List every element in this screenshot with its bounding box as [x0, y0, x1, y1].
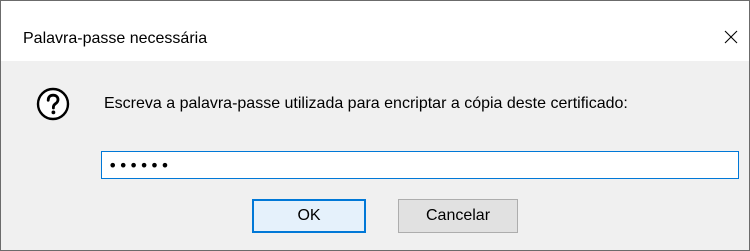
window-title: Palavra-passe necessária	[23, 30, 208, 47]
password-dialog: Palavra-passe necessária Escreva a palav…	[0, 0, 750, 251]
password-input[interactable]	[101, 151, 739, 179]
close-button[interactable]	[713, 19, 749, 55]
title-bar: Palavra-passe necessária	[1, 1, 749, 61]
close-icon	[724, 30, 738, 44]
prompt-message: Escreva a palavra-passe utilizada para e…	[104, 95, 628, 112]
dialog-content: Escreva a palavra-passe utilizada para e…	[1, 61, 749, 250]
ok-button[interactable]: OK	[252, 199, 366, 233]
question-icon	[36, 87, 70, 121]
cancel-button[interactable]: Cancelar	[398, 199, 518, 233]
